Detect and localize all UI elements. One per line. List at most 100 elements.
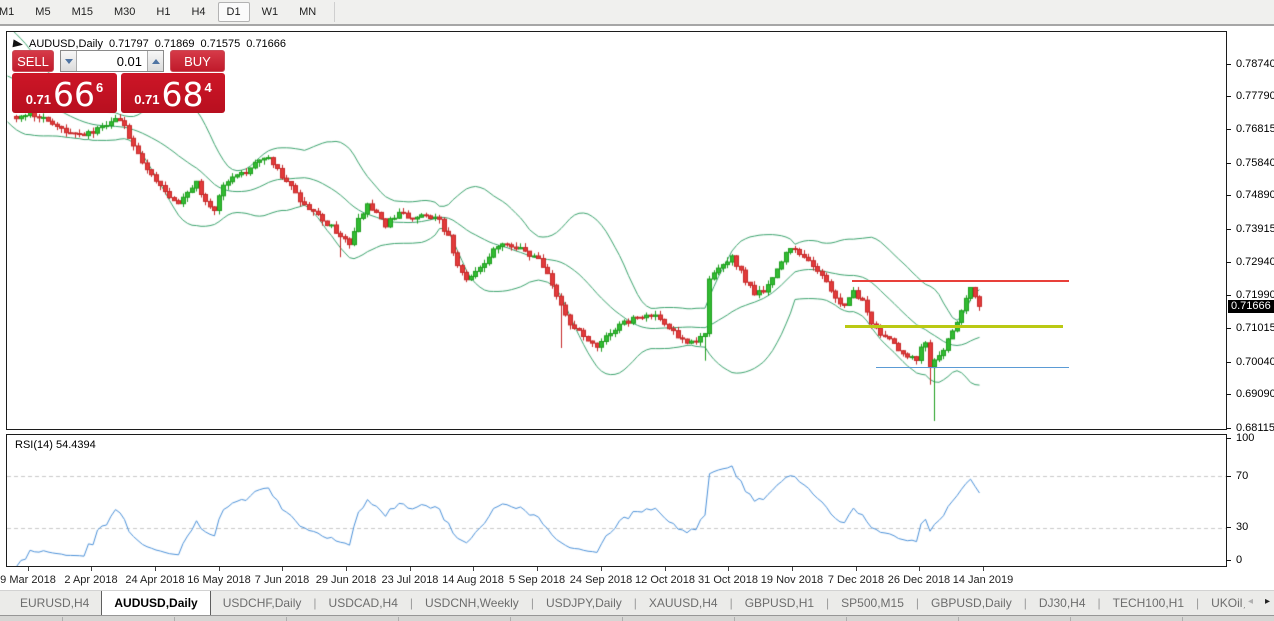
date-tick xyxy=(91,567,92,571)
volume-increase-button[interactable] xyxy=(147,51,163,71)
rsi-tick xyxy=(1226,560,1231,561)
current-price-badge: 0.71666 xyxy=(1228,300,1274,313)
price-tick-label: 0.72940 xyxy=(1236,256,1274,268)
ohlc-high: 0.71869 xyxy=(154,37,195,50)
rsi-tick-label: 0 xyxy=(1236,554,1243,566)
date-tick xyxy=(219,567,220,571)
price-tick xyxy=(1226,163,1231,164)
buy-price-button[interactable]: 0.71 68 4 xyxy=(121,73,225,113)
date-tick xyxy=(282,567,283,571)
date-tick xyxy=(410,567,411,571)
rsi-canvas[interactable] xyxy=(7,435,1226,566)
strip-divider xyxy=(622,617,623,621)
strip-divider xyxy=(286,617,287,621)
buy-button[interactable]: BUY xyxy=(170,50,225,72)
rsi-tick-label: 30 xyxy=(1236,521,1249,533)
tab-scroll-arrows: ◂ ▸ xyxy=(1241,596,1270,607)
time-scale[interactable]: 9 Mar 2018 2 Apr 2018 24 Apr 2018 16 May 20… xyxy=(0,567,1274,589)
price-tick xyxy=(1226,428,1231,429)
chart-tab-usdcnh-weekly[interactable]: USDCNH,Weekly xyxy=(413,591,531,615)
price-scale[interactable]: 0.78740 0.77790 0.76815 0.75840 0.74890 0.739… xyxy=(1226,0,1274,590)
timeframe-button-h4[interactable]: H4 xyxy=(182,2,214,22)
price-tick-label: 0.70040 xyxy=(1236,356,1274,368)
price-tick xyxy=(1226,262,1231,263)
buy-price-big: 68 xyxy=(161,75,204,114)
timeframe-button-m5[interactable]: M5 xyxy=(26,2,59,22)
resistance-line[interactable] xyxy=(852,280,1069,282)
date-tick xyxy=(665,567,666,571)
timeframe-button-m30[interactable]: M30 xyxy=(105,2,144,22)
strip-divider xyxy=(1070,617,1071,621)
chart-tab-usdjpy-daily[interactable]: USDJPY,Daily xyxy=(534,591,634,615)
price-tick xyxy=(1226,229,1231,230)
date-tick xyxy=(346,567,347,571)
date-tick xyxy=(28,567,29,571)
timeframe-button-h1[interactable]: H1 xyxy=(147,2,179,22)
rsi-tick-label: 100 xyxy=(1236,432,1255,444)
buy-price-sup: 4 xyxy=(204,80,212,95)
ohlc-close: 0.71666 xyxy=(246,37,287,50)
mid-support-line[interactable] xyxy=(845,325,1063,328)
date-tick xyxy=(792,567,793,571)
rsi-tick xyxy=(1226,527,1231,528)
tab-scroll-right-icon[interactable]: ▸ xyxy=(1265,596,1270,607)
rsi-value: 54.4394 xyxy=(55,439,96,451)
volume-input[interactable]: 0.01 xyxy=(77,51,147,71)
triangle-up-icon xyxy=(151,55,160,64)
date-tick xyxy=(537,567,538,571)
rsi-tick xyxy=(1226,476,1231,477)
timeframe-button-m15[interactable]: M15 xyxy=(63,2,102,22)
rsi-indicator-label: RSI(14) 54.4394 xyxy=(15,439,96,451)
price-tick-label: 0.76815 xyxy=(1236,123,1274,135)
volume-decrease-button[interactable] xyxy=(61,51,77,71)
strip-divider xyxy=(846,617,847,621)
rsi-indicator-pane[interactable]: RSI(14) 54.4394 xyxy=(6,434,1227,567)
chart-tab-usdchf-daily[interactable]: USDCHF,Daily xyxy=(211,591,314,615)
chart-tab-audusd-daily[interactable]: AUDUSD,Daily xyxy=(101,591,211,615)
timeframe-button-d1[interactable]: D1 xyxy=(217,2,250,22)
timeframe-button-m1[interactable]: M1 xyxy=(0,2,23,22)
tab-scroll-left-icon[interactable]: ◂ xyxy=(1248,596,1253,607)
timeframe-button-mn[interactable]: MN xyxy=(290,2,325,22)
price-tick-label: 0.77790 xyxy=(1236,90,1274,102)
date-tick xyxy=(919,567,920,571)
date-tick-label: 14 Jan 2019 xyxy=(952,574,1014,586)
chart-tab-gbpusd-daily[interactable]: GBPUSD,Daily xyxy=(919,591,1024,615)
price-tick xyxy=(1226,195,1231,196)
chart-tab-eurusd-h4[interactable]: EURUSD,H4 xyxy=(8,591,101,615)
price-tick-label: 0.78740 xyxy=(1236,58,1274,70)
price-tick xyxy=(1226,129,1231,130)
strip-divider xyxy=(1182,617,1183,621)
toolbar-separator xyxy=(334,2,336,22)
chart-tab-sp500-m15[interactable]: SP500,M15 xyxy=(829,591,916,615)
date-tick xyxy=(155,567,156,571)
chart-title: AUDUSD,Daily 0.71797 0.71869 0.71575 0.7… xyxy=(12,37,292,50)
buy-price-prefix: 0.71 xyxy=(134,92,160,107)
price-tick xyxy=(1226,96,1231,97)
price-tick-label: 0.73915 xyxy=(1236,223,1274,235)
chart-tab-xauusd-h4[interactable]: XAUUSD,H4 xyxy=(637,591,730,615)
rsi-tick-label: 70 xyxy=(1236,470,1249,482)
ohlc-open: 0.71797 xyxy=(108,37,149,50)
volume-stepper: 0.01 xyxy=(60,50,164,72)
price-tick-label: 0.69090 xyxy=(1236,388,1274,400)
strip-divider xyxy=(174,617,175,621)
sell-price-prefix: 0.71 xyxy=(25,92,52,107)
price-tick xyxy=(1226,64,1231,65)
support-line[interactable] xyxy=(876,367,1069,368)
sell-price-big: 66 xyxy=(53,75,96,114)
strip-divider xyxy=(734,617,735,621)
chart-tab-dj30-h4[interactable]: DJ30,H4 xyxy=(1027,591,1098,615)
chart-tab-tech100-h1[interactable]: TECH100,H1 xyxy=(1101,591,1196,615)
triangle-down-icon xyxy=(64,58,73,68)
price-tick xyxy=(1226,362,1231,363)
chart-tab-usdcad-h4[interactable]: USDCAD,H4 xyxy=(317,591,410,615)
sell-button[interactable]: SELL xyxy=(12,50,54,72)
price-tick-label: 0.75840 xyxy=(1236,157,1274,169)
timeframe-button-w1[interactable]: W1 xyxy=(253,2,288,22)
chart-tab-bar: EURUSD,H4 AUDUSD,Daily USDCHF,Daily | USDCAD… xyxy=(0,590,1274,615)
price-tick xyxy=(1226,295,1231,296)
sell-price-button[interactable]: 0.71 66 6 xyxy=(12,73,117,113)
date-tick xyxy=(983,567,984,571)
chart-tab-gbpusd-h1[interactable]: GBPUSD,H1 xyxy=(733,591,826,615)
